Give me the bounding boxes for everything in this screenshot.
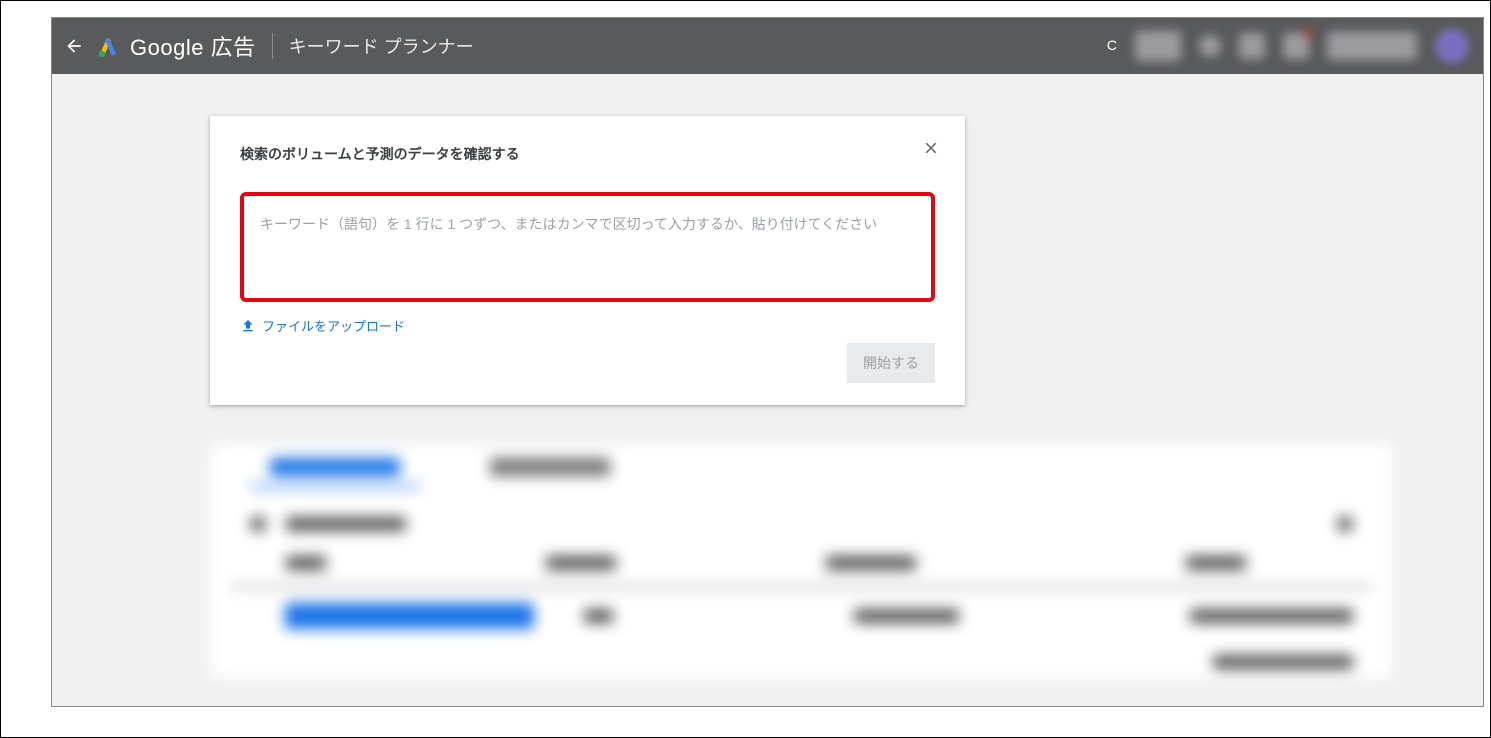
topbar-text-blurred [1327, 32, 1417, 60]
topbar-icon-blurred [1239, 33, 1265, 59]
topbar-icon-blurred [1199, 35, 1221, 57]
start-button[interactable]: 開始する [847, 343, 935, 383]
google-ads-logo-icon [96, 34, 120, 58]
search-volume-dialog: 検索のボリュームと予測のデータを確認する ファイルをアップロード [210, 116, 965, 405]
divider [272, 33, 273, 59]
app-window: Google 広告 キーワード プランナー C [51, 17, 1484, 707]
topbar-item-blurred [1135, 31, 1181, 61]
close-button[interactable] [919, 136, 943, 160]
upload-icon [240, 318, 256, 334]
avatar [1435, 29, 1469, 63]
content-area: 検索のボリュームと予測のデータを確認する ファイルをアップロード [52, 74, 1483, 706]
app-frame: Google 広告 キーワード プランナー C [0, 0, 1491, 738]
upload-file-label: ファイルをアップロード [262, 316, 405, 335]
topbar-right: C [1107, 18, 1483, 74]
brand-prefix: Google [130, 35, 204, 60]
topbar-notification-icon [1283, 33, 1309, 59]
upload-file-link[interactable]: ファイルをアップロード [240, 316, 405, 335]
close-icon [922, 139, 940, 157]
brand-label: Google 広告 [130, 30, 256, 62]
dialog-title: 検索のボリュームと予測のデータを確認する [240, 144, 935, 164]
tool-name: キーワード プランナー [289, 33, 474, 59]
arrow-left-icon [64, 36, 84, 56]
dialog-footer: 開始する [240, 343, 935, 383]
topbar-account-char: C [1107, 38, 1117, 53]
brand-suffix: 広告 [204, 35, 256, 60]
keyword-input-highlight [240, 192, 935, 302]
topbar: Google 広告 キーワード プランナー C [52, 18, 1483, 74]
background-table-blurred [210, 444, 1393, 679]
back-button[interactable] [62, 34, 86, 58]
keyword-input[interactable] [260, 214, 915, 280]
